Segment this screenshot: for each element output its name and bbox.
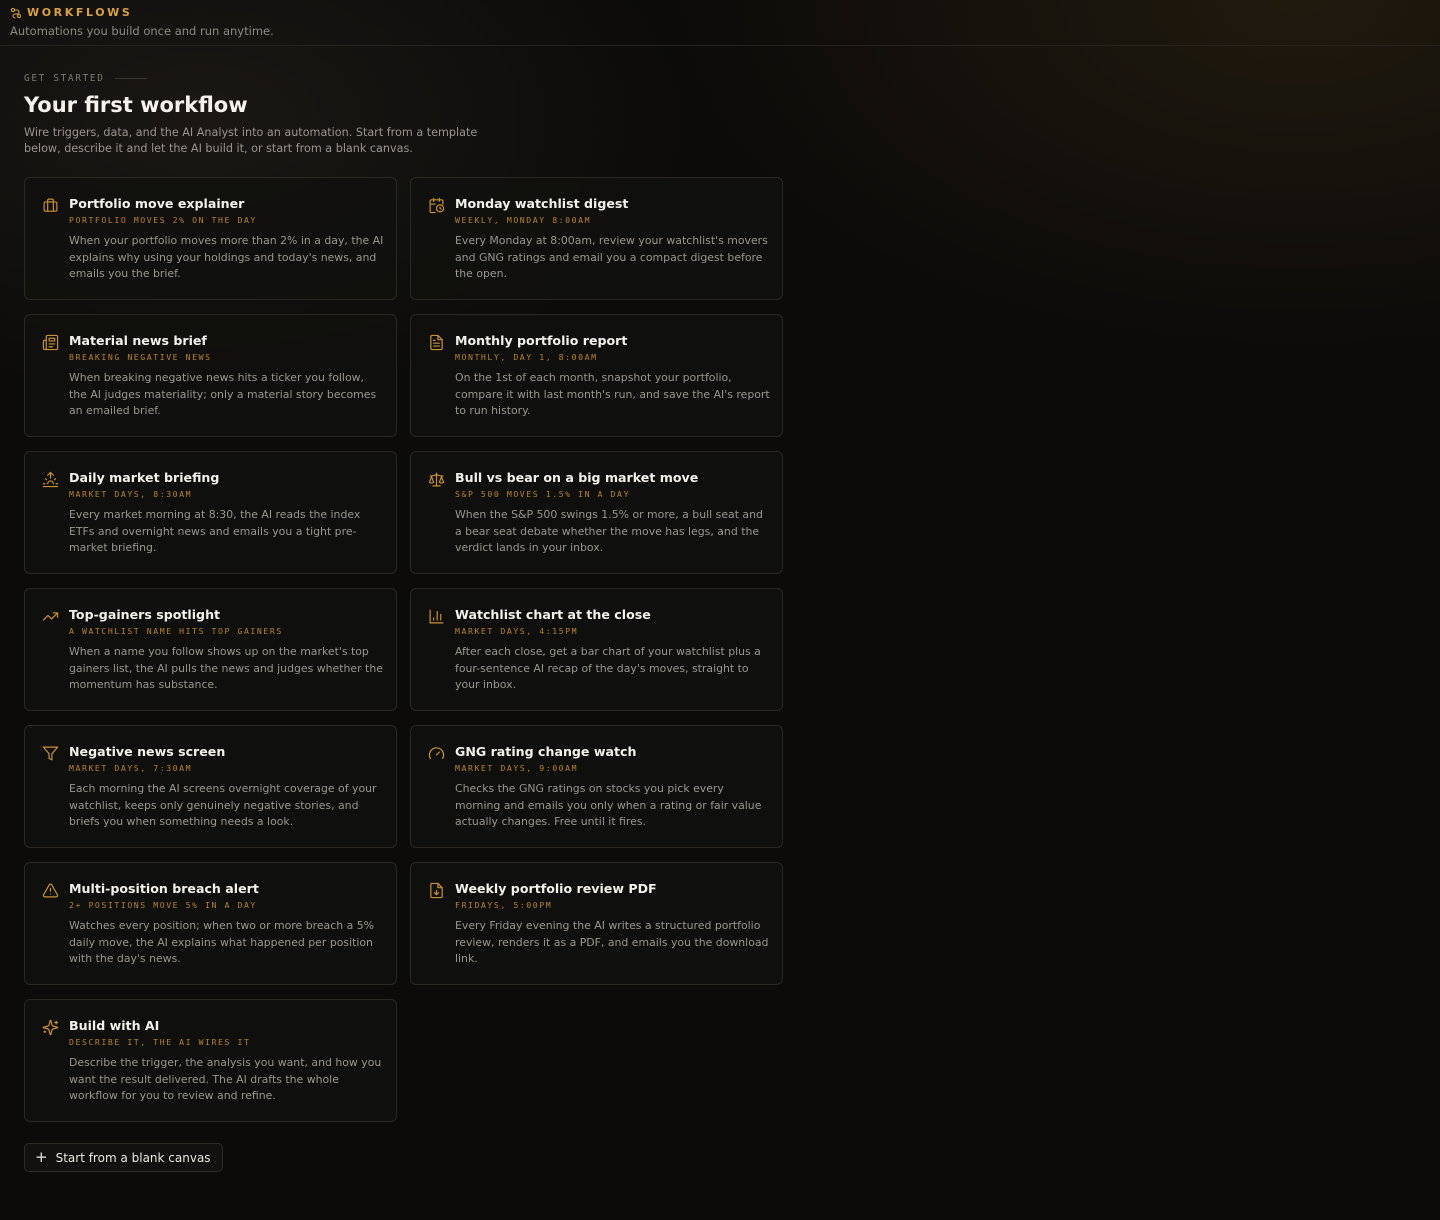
template-card-monthly-portfolio-report[interactable]: Monthly portfolio report Monthly, day 1, … — [410, 314, 783, 437]
alert-triangle-icon — [42, 882, 59, 899]
template-card-watchlist-chart-at-the-close[interactable]: Watchlist chart at the close Market days,… — [410, 588, 783, 711]
template-description: When a name you follow shows up on the m… — [69, 645, 383, 691]
top-bar: WORKFLOWS Automations you build once and… — [0, 0, 1440, 46]
template-title: GNG rating change watch — [455, 744, 637, 759]
template-card-material-news-brief[interactable]: Material news brief Breaking negative new… — [24, 314, 397, 437]
template-title: Multi-position breach alert — [69, 881, 259, 896]
template-card-monday-watchlist-digest[interactable]: Monday watchlist digest Weekly, Monday 8:… — [410, 177, 783, 300]
newspaper-icon — [42, 334, 59, 351]
section-label: WORKFLOWS — [27, 6, 133, 19]
template-card-top-gainers-spotlight[interactable]: Top-gainers spotlight A watchlist name hi… — [24, 588, 397, 711]
template-card-weekly-portfolio-review-pdf[interactable]: Weekly portfolio review PDF Fridays, 5:00… — [410, 862, 783, 985]
page-title: Your first workflow — [24, 93, 248, 117]
template-description: When breaking negative news hits a ticke… — [69, 371, 377, 417]
template-trigger: Market days, 7:30am — [69, 763, 193, 773]
workflow-icon — [10, 7, 22, 19]
template-trigger: Describe it, the AI wires it — [69, 1037, 251, 1047]
template-title: Monthly portfolio report — [455, 333, 628, 348]
start-blank-canvas-button[interactable]: + Start from a blank canvas — [24, 1143, 223, 1172]
template-title: Weekly portfolio review PDF — [455, 881, 657, 896]
template-description: Describe the trigger, the analysis you w… — [69, 1056, 382, 1102]
template-title: Daily market briefing — [69, 470, 220, 485]
template-title: Watchlist chart at the close — [455, 607, 651, 622]
template-description: After each close, get a bar chart of you… — [455, 645, 761, 691]
briefcase-icon — [42, 197, 59, 214]
template-title: Bull vs bear on a big market move — [455, 470, 699, 485]
eyebrow-divider — [114, 78, 147, 79]
plus-icon: + — [35, 1148, 48, 1166]
template-description: When the S&P 500 swings 1.5% or more, a … — [455, 508, 763, 554]
bar-chart-icon — [428, 608, 445, 625]
template-card-negative-news-screen[interactable]: Negative news screen Market days, 7:30am E… — [24, 725, 397, 848]
template-title: Material news brief — [69, 333, 207, 348]
template-card-portfolio-move-explainer[interactable]: Portfolio move explainer Portfolio moves … — [24, 177, 397, 300]
filter-icon — [42, 745, 59, 762]
template-grid: Portfolio move explainer Portfolio moves … — [24, 177, 784, 1122]
eyebrow: GET STARTED — [24, 73, 147, 84]
template-trigger: Weekly, Monday 8:00am — [455, 215, 592, 225]
template-description: Checks the GNG ratings on stocks you pic… — [455, 782, 762, 828]
template-card-build-with-ai[interactable]: Build with AI Describe it, the AI wires i… — [24, 999, 397, 1122]
intro-description: Wire triggers, data, and the AI Analyst … — [24, 126, 478, 155]
file-text-icon — [428, 334, 445, 351]
trending-up-icon — [42, 608, 59, 625]
file-download-icon — [428, 882, 445, 899]
start-blank-canvas-label: Start from a blank canvas — [55, 1150, 211, 1165]
calendar-clock-icon — [428, 197, 445, 214]
template-title: Portfolio move explainer — [69, 196, 245, 211]
template-trigger: Monthly, day 1, 8:00am — [455, 352, 598, 362]
template-card-multi-position-breach-alert[interactable]: Multi-position breach alert 2+ positions … — [24, 862, 397, 985]
template-trigger: S&P 500 moves 1.5% in a day — [455, 489, 630, 499]
template-trigger: Market days, 4:15pm — [455, 626, 579, 636]
template-description: Every Friday evening the AI writes a str… — [455, 919, 769, 965]
template-trigger: Market days, 9:00am — [455, 763, 579, 773]
template-trigger: Portfolio moves 2% on the day — [69, 215, 257, 225]
template-description: On the 1st of each month, snapshot your … — [455, 371, 770, 417]
template-title: Negative news screen — [69, 744, 226, 759]
gauge-icon — [428, 745, 445, 762]
sunrise-icon — [42, 471, 59, 488]
template-description: Every Monday at 8:00am, review your watc… — [455, 234, 768, 280]
template-trigger: 2+ positions move 5% in a day — [69, 900, 257, 910]
template-description: When your portfolio moves more than 2% i… — [69, 234, 384, 280]
template-title: Top-gainers spotlight — [69, 607, 221, 622]
eyebrow-label: GET STARTED — [24, 73, 105, 84]
template-trigger: Fridays, 5:00pm — [455, 900, 553, 910]
template-description: Watches every position; when two or more… — [69, 919, 374, 965]
scale-icon — [428, 471, 445, 488]
workflows-brand: WORKFLOWS — [10, 6, 132, 19]
template-trigger: Breaking negative news — [69, 352, 212, 362]
sparkles-icon — [42, 1019, 59, 1036]
template-card-bull-vs-bear-on-a-big-market-move[interactable]: Bull vs bear on a big market move S&P 500… — [410, 451, 783, 574]
template-description: Each morning the AI screens overnight co… — [69, 782, 377, 828]
template-title: Monday watchlist digest — [455, 196, 629, 211]
template-description: Every market morning at 8:30, the AI rea… — [69, 508, 361, 554]
template-trigger: Market days, 8:30am — [69, 489, 193, 499]
template-title: Build with AI — [69, 1018, 160, 1033]
template-card-gng-rating-change-watch[interactable]: GNG rating change watch Market days, 9:00… — [410, 725, 783, 848]
template-trigger: A watchlist name hits top gainers — [69, 626, 283, 636]
template-card-daily-market-briefing[interactable]: Daily market briefing Market days, 8:30am… — [24, 451, 397, 574]
header-subtitle: Automations you build once and run anyti… — [10, 24, 274, 38]
